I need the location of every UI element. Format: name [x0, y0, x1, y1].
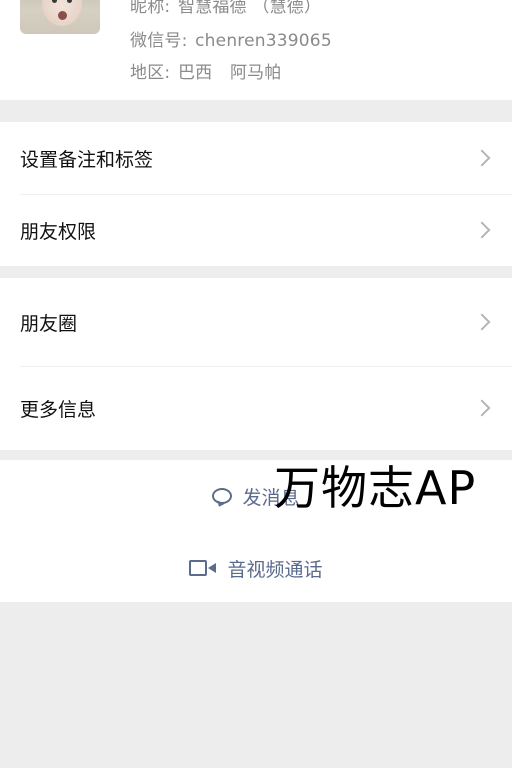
menu-item-moments[interactable]: 朋友圈 — [0, 278, 512, 366]
chevron-right-icon — [473, 399, 491, 417]
region-country: 巴西 — [177, 63, 213, 83]
menu-item-remarks-tags[interactable]: 设置备注和标签 — [0, 122, 512, 194]
menu-item-friend-permissions[interactable]: 朋友权限 — [0, 194, 512, 266]
video-call-button[interactable]: 音视频通话 — [0, 548, 512, 588]
profile-header: 昵称: 智慧福德 （慧德） 微信号: chenren339065 地区: 巴西 … — [0, 0, 512, 100]
wechat-id-line: 微信号: chenren339065 — [130, 26, 332, 51]
watermark-text: 万物志AP — [274, 461, 477, 515]
menu-item-label: 设置备注和标签 — [20, 148, 154, 171]
menu-group-remarks-permissions: 设置备注和标签 朋友权限 — [0, 122, 512, 266]
wechat-id-value: chenren339065 — [195, 31, 332, 51]
avatar-mouth — [58, 11, 67, 20]
video-call-label: 音视频通话 — [227, 558, 323, 581]
menu-item-label: 朋友圈 — [20, 312, 78, 335]
region-city: 阿马帕 — [229, 63, 282, 83]
menu-item-label: 朋友权限 — [20, 220, 97, 243]
avatar-eye-right — [67, 0, 72, 3]
menu-item-label: 更多信息 — [20, 398, 97, 421]
wechat-id-key: 微信号: — [130, 31, 188, 51]
nickname-key: 昵称: — [130, 0, 171, 17]
video-camera-icon — [189, 559, 217, 577]
nickname-value: 智慧福德 （慧德） — [177, 0, 322, 17]
chevron-right-icon — [473, 149, 491, 167]
region-key: 地区: — [130, 63, 171, 83]
nickname-line: 昵称: 智慧福德 （慧德） — [130, 0, 321, 17]
avatar-face — [42, 0, 82, 26]
avatar[interactable] — [20, 0, 100, 34]
video-camera-body — [189, 560, 208, 576]
region-line: 地区: 巴西 阿马帕 — [130, 58, 282, 83]
chevron-right-icon — [473, 221, 491, 239]
menu-group-moments-more: 朋友圈 更多信息 — [0, 278, 512, 450]
avatar-eye-left — [52, 0, 57, 3]
chevron-right-icon — [473, 313, 491, 331]
menu-item-more-info[interactable]: 更多信息 — [0, 366, 512, 450]
video-camera-lens — [208, 563, 217, 573]
message-bubble-icon — [212, 488, 233, 504]
